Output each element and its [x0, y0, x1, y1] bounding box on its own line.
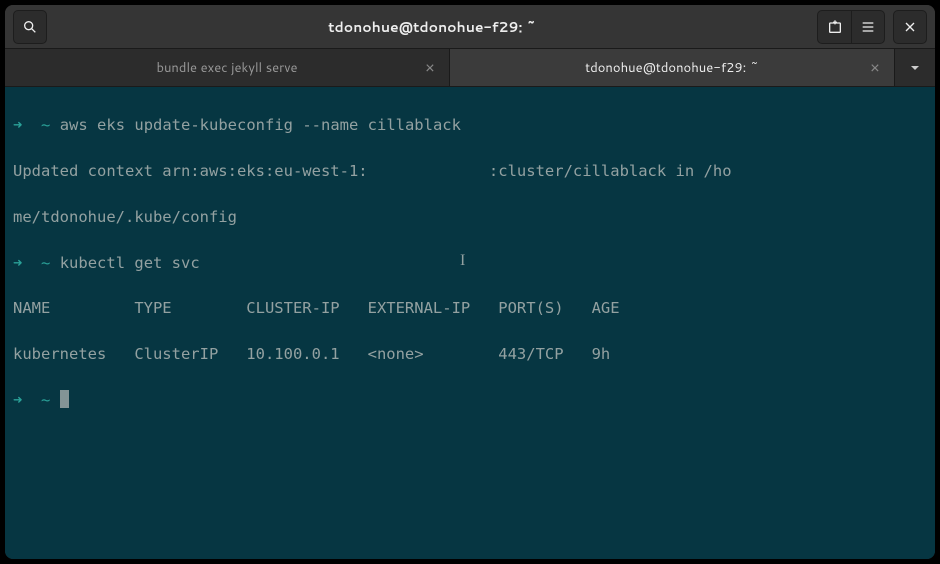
- prompt-arrow: ➜: [13, 391, 22, 409]
- terminal-output: Updated context arn:aws:eks:eu-west-1: :…: [13, 160, 927, 183]
- terminal-window: tdonohue@tdonohue-f29: ~ bundle exec jek…: [5, 5, 935, 559]
- command-text: kubectl get svc: [60, 254, 200, 272]
- tab-label: bundle exec jekyll serve: [156, 59, 297, 77]
- menu-button[interactable]: [851, 10, 885, 44]
- search-icon: [22, 19, 38, 35]
- window-title: tdonohue@tdonohue-f29: ~: [55, 17, 809, 37]
- titlebar: tdonohue@tdonohue-f29: ~: [5, 5, 935, 49]
- terminal-pane[interactable]: ➜ ~ aws eks update-kubeconfig --name cil…: [5, 87, 935, 559]
- terminal-output: NAME TYPE CLUSTER-IP EXTERNAL-IP PORT(S)…: [13, 297, 927, 320]
- tab-jekyll[interactable]: bundle exec jekyll serve ×: [5, 49, 450, 86]
- close-window-button[interactable]: [893, 10, 927, 44]
- terminal-output: kubernetes ClusterIP 10.100.0.1 <none> 4…: [13, 343, 927, 366]
- tab-label: tdonohue@tdonohue-f29: ~: [585, 59, 758, 77]
- titlebar-button-group: [817, 10, 885, 44]
- chevron-down-icon: [909, 62, 921, 74]
- terminal-line: ➜ ~ aws eks update-kubeconfig --name cil…: [13, 114, 927, 137]
- cursor-block: [60, 390, 69, 408]
- search-button[interactable]: [13, 10, 47, 44]
- terminal-line: ➜ ~ kubectl get svc: [13, 252, 927, 275]
- terminal-line: ➜ ~: [13, 389, 927, 412]
- tab-bar: bundle exec jekyll serve × tdonohue@tdon…: [5, 49, 935, 87]
- prompt-arrow: ➜: [13, 254, 22, 272]
- new-tab-icon: [827, 19, 843, 35]
- command-text: aws eks update-kubeconfig --name cillabl…: [60, 116, 461, 134]
- tab-close-button[interactable]: ×: [866, 59, 884, 77]
- prompt-path: ~: [41, 116, 50, 134]
- tab-close-button[interactable]: ×: [421, 59, 439, 77]
- close-icon: [902, 19, 918, 35]
- tab-dropdown-button[interactable]: [895, 49, 935, 86]
- new-tab-button[interactable]: [817, 10, 851, 44]
- terminal-output: me/tdonohue/.kube/config: [13, 206, 927, 229]
- hamburger-icon: [860, 19, 876, 35]
- prompt-arrow: ➜: [13, 116, 22, 134]
- prompt-path: ~: [41, 391, 50, 409]
- prompt-path: ~: [41, 254, 50, 272]
- tab-shell[interactable]: tdonohue@tdonohue-f29: ~ ×: [450, 49, 895, 86]
